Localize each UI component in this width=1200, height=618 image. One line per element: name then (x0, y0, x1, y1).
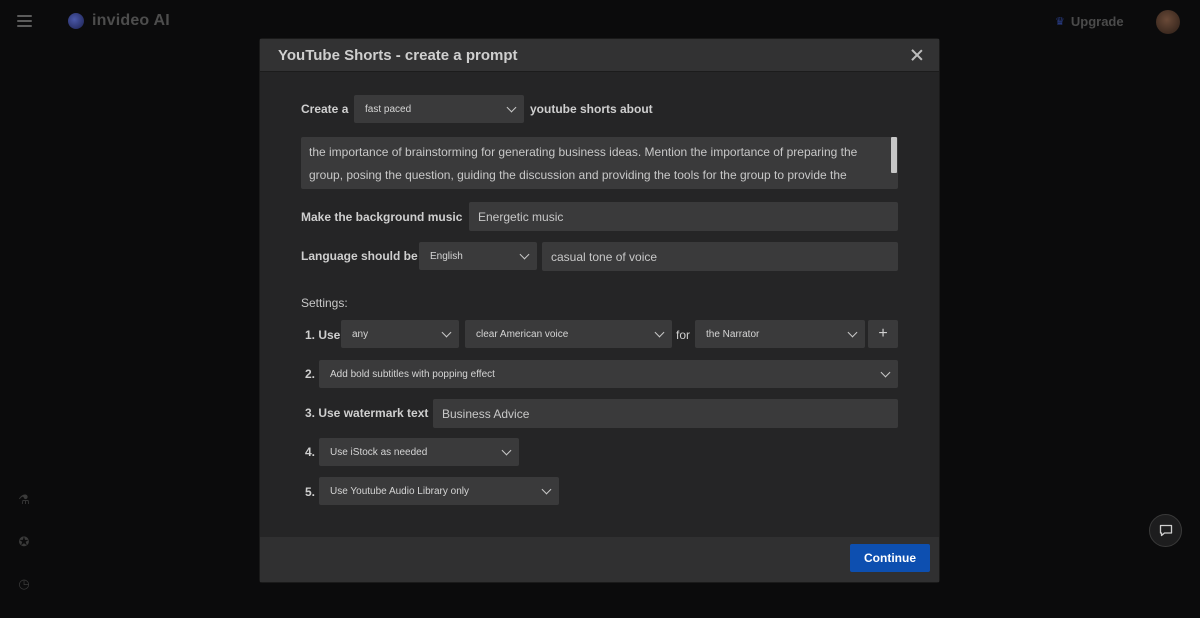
voice-type-value: clear American voice (476, 328, 569, 340)
voice-source-value: any (352, 328, 369, 340)
logo-mark-icon (68, 13, 84, 29)
stock-media-value: Use iStock as needed (330, 446, 428, 458)
setting5-label: 5. (305, 485, 316, 499)
voice-type-select[interactable]: clear American voice (465, 320, 672, 348)
chevron-down-icon (506, 102, 517, 113)
chevron-down-icon (501, 445, 512, 456)
pace-select[interactable]: fast paced (354, 95, 524, 123)
top-bar: invideo AI ♛ Upgrade (0, 0, 1200, 44)
modal-header: YouTube Shorts - create a prompt (260, 39, 939, 72)
puzzle-icon[interactable]: ✪ (16, 534, 32, 550)
pace-select-value: fast paced (365, 103, 412, 115)
setting3-label: 3. Use watermark text (305, 406, 429, 420)
chevron-down-icon (654, 327, 665, 338)
create-label: Create a (301, 102, 349, 116)
topic-textarea[interactable]: the importance of brainstorming for gene… (301, 137, 898, 189)
voice-source-select[interactable]: any (341, 320, 459, 348)
setting1-label: 1. Use (305, 328, 341, 342)
chevron-down-icon (441, 327, 452, 338)
tone-input[interactable]: casual tone of voice (542, 242, 898, 271)
modal-footer: Continue (260, 537, 939, 582)
flask-icon[interactable]: ⚗ (16, 492, 32, 508)
upgrade-label: Upgrade (1070, 14, 1124, 29)
avatar[interactable] (1156, 10, 1180, 34)
clock-icon[interactable]: ◷ (16, 576, 32, 592)
language-select[interactable]: English (419, 242, 537, 270)
stock-media-select[interactable]: Use iStock as needed (319, 438, 519, 466)
upgrade-button[interactable]: ♛ Upgrade (1055, 14, 1124, 29)
chevron-down-icon (880, 367, 891, 378)
subtitles-value: Add bold subtitles with popping effect (330, 368, 495, 380)
chevron-down-icon (519, 249, 530, 260)
for-label: for (676, 328, 691, 342)
music-input[interactable]: Energetic music (469, 202, 898, 231)
speaker-value: the Narrator (706, 328, 760, 340)
modal-title: YouTube Shorts - create a prompt (278, 47, 518, 64)
music-label: Make the background music (301, 210, 463, 224)
subtitles-select[interactable]: Add bold subtitles with popping effect (319, 360, 898, 388)
chat-icon[interactable] (1149, 514, 1182, 547)
audio-library-select[interactable]: Use Youtube Audio Library only (319, 477, 559, 505)
chevron-down-icon (541, 484, 552, 495)
setting4-label: 4. (305, 445, 316, 459)
textarea-scrollbar[interactable] (891, 137, 897, 173)
crown-icon: ♛ (1055, 16, 1065, 28)
chevron-down-icon (847, 327, 858, 338)
watermark-input[interactable]: Business Advice (433, 399, 898, 428)
settings-label: Settings: (301, 296, 348, 310)
brand-name: invideo AI (92, 12, 170, 29)
topic-text: the importance of brainstorming for gene… (309, 145, 858, 182)
language-select-value: English (430, 250, 463, 262)
speaker-select[interactable]: the Narrator (695, 320, 865, 348)
setting2-label: 2. (305, 367, 316, 381)
audio-library-value: Use Youtube Audio Library only (330, 485, 469, 497)
create-prompt-modal: YouTube Shorts - create a prompt Create … (260, 39, 939, 582)
continue-button[interactable]: Continue (850, 544, 930, 572)
plus-icon[interactable]: + (868, 320, 898, 348)
logo[interactable]: invideo AI (68, 12, 170, 30)
about-label: youtube shorts about (530, 102, 653, 116)
language-label: Language should be (301, 249, 418, 263)
close-icon[interactable] (911, 49, 923, 61)
hamburger-icon[interactable] (17, 15, 32, 27)
